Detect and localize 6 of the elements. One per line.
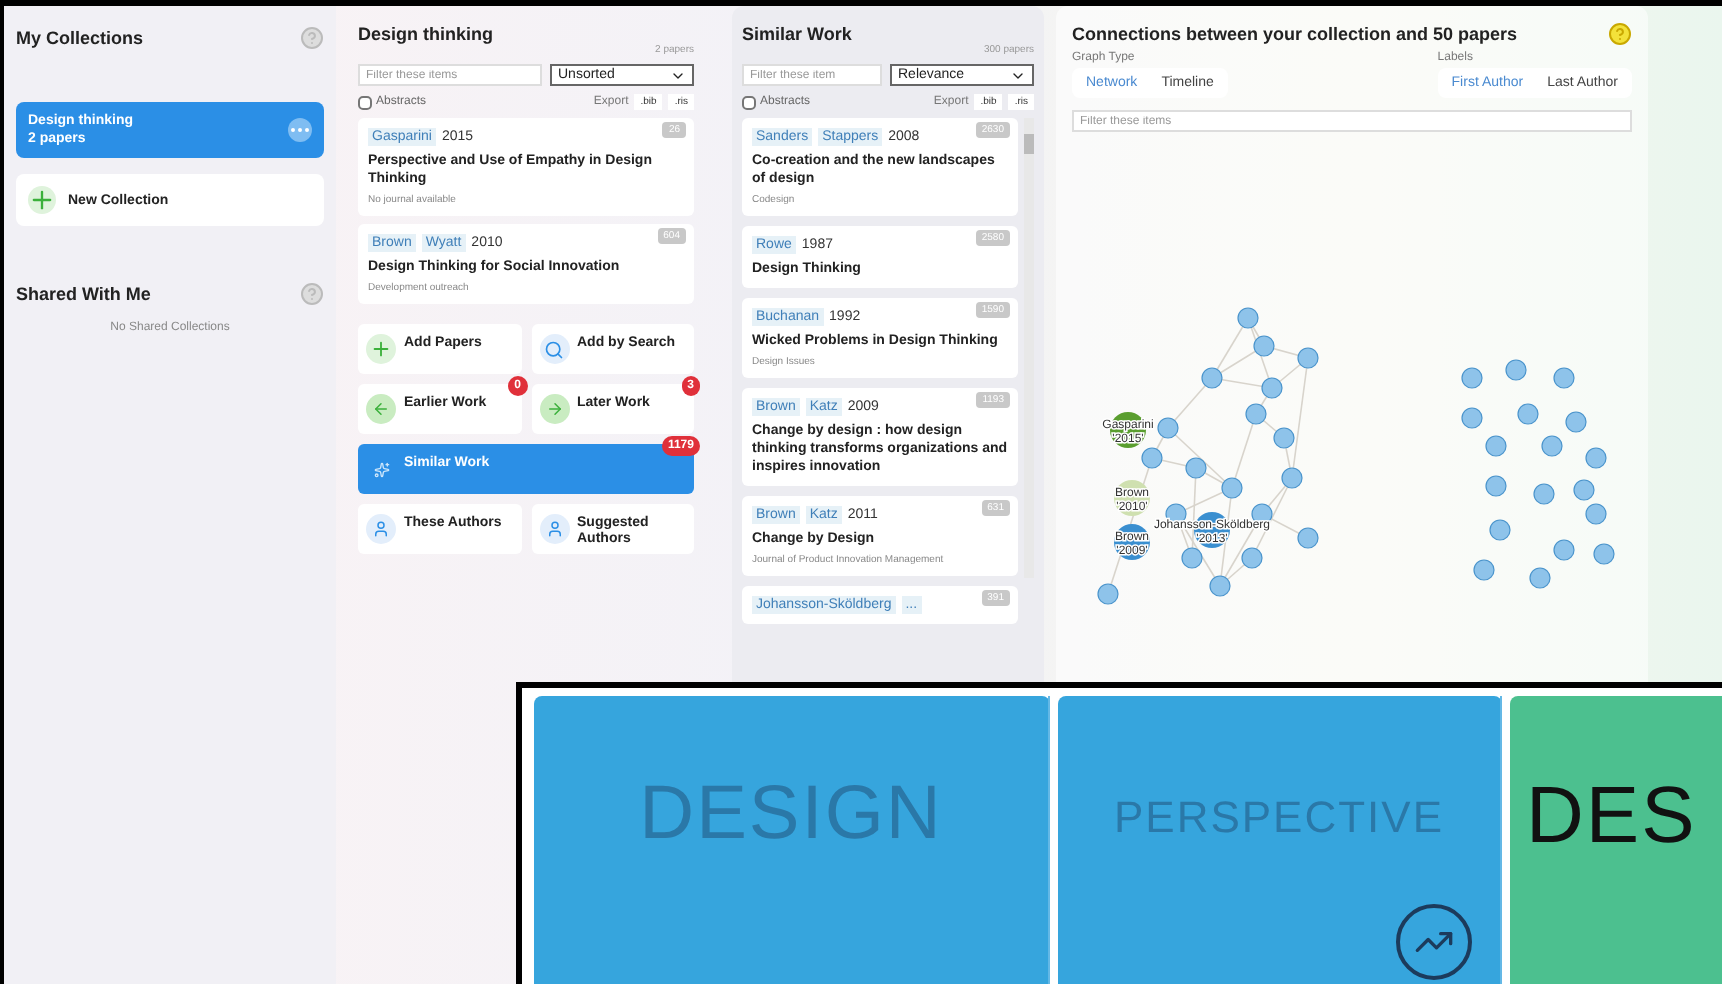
collection-title: Design thinking xyxy=(358,24,495,44)
panel-title: Similar Work xyxy=(742,24,854,44)
sidebar-title: My Collections xyxy=(16,28,144,48)
graph-title: Connections between your collection and 50 papers xyxy=(1072,24,1518,44)
section-title: Shared With Me xyxy=(16,284,151,304)
slide-heading: DES xyxy=(1526,772,1697,862)
